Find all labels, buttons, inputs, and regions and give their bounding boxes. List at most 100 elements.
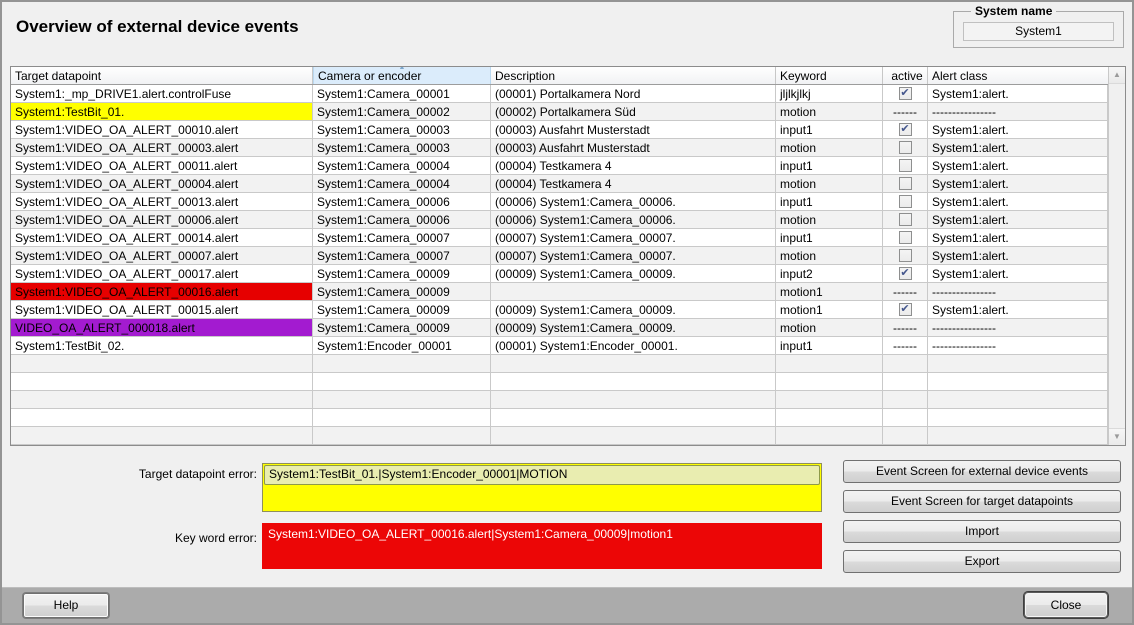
table-row[interactable]: System1:VIDEO_OA_ALERT_00013.alertSystem… <box>11 193 1125 211</box>
table-row[interactable]: System1:VIDEO_OA_ALERT_00016.alertSystem… <box>11 283 1125 301</box>
cell-keyword: motion <box>776 103 883 120</box>
active-checkbox[interactable]: ✔ <box>899 303 912 316</box>
column-header-alert-class[interactable]: Alert class <box>928 67 1108 84</box>
cell-empty <box>11 427 313 444</box>
active-checkbox[interactable] <box>899 249 912 262</box>
cell-keyword: jljlkjlkj <box>776 85 883 102</box>
cell-description <box>491 283 776 300</box>
cell-alert-class: System1:alert. <box>928 157 1108 174</box>
cell-alert-class: System1:alert. <box>928 301 1108 318</box>
cell-camera-or-encoder: System1:Camera_00001 <box>313 85 491 102</box>
cell-camera-or-encoder: System1:Camera_00009 <box>313 319 491 336</box>
column-header-target-datapoint[interactable]: Target datapoint <box>11 67 313 84</box>
import-button[interactable]: Import <box>843 520 1121 543</box>
cell-description: (00003) Ausfahrt Musterstadt <box>491 139 776 156</box>
cell-empty <box>776 391 883 408</box>
cell-camera-or-encoder: System1:Camera_00006 <box>313 193 491 210</box>
cell-description: (00004) Testkamera 4 <box>491 157 776 174</box>
cell-camera-or-encoder: System1:Camera_00006 <box>313 211 491 228</box>
cell-camera-or-encoder: System1:Camera_00003 <box>313 139 491 156</box>
table-row-empty <box>11 427 1125 445</box>
column-header-keyword[interactable]: Keyword <box>776 67 883 84</box>
cell-target-datapoint: System1:VIDEO_OA_ALERT_00007.alert <box>11 247 313 264</box>
table-row[interactable]: System1:TestBit_02.System1:Encoder_00001… <box>11 337 1125 355</box>
export-button[interactable]: Export <box>843 550 1121 573</box>
cell-keyword: motion <box>776 247 883 264</box>
help-button[interactable]: Help <box>23 593 109 618</box>
event-screen-external-device-events-button[interactable]: Event Screen for external device events <box>843 460 1121 483</box>
cell-active <box>883 211 928 228</box>
cell-target-datapoint: System1:VIDEO_OA_ALERT_00011.alert <box>11 157 313 174</box>
cell-keyword: motion <box>776 175 883 192</box>
active-checkbox[interactable]: ✔ <box>899 87 912 100</box>
cell-target-datapoint: System1:VIDEO_OA_ALERT_00015.alert <box>11 301 313 318</box>
scroll-down-icon[interactable]: ▼ <box>1109 428 1125 445</box>
column-header-active[interactable]: active <box>883 67 928 84</box>
target-datapoint-error-item[interactable]: System1:TestBit_01.|System1:Encoder_0000… <box>264 465 820 485</box>
table-row[interactable]: System1:VIDEO_OA_ALERT_00004.alertSystem… <box>11 175 1125 193</box>
keyword-error-item[interactable]: System1:VIDEO_OA_ALERT_00016.alert|Syste… <box>268 527 673 541</box>
table-row[interactable]: System1:TestBit_01.System1:Camera_00002(… <box>11 103 1125 121</box>
cell-description: (00001) Portalkamera Nord <box>491 85 776 102</box>
cell-active: ✔ <box>883 121 928 138</box>
active-checkbox[interactable] <box>899 177 912 190</box>
cell-keyword: input2 <box>776 265 883 282</box>
cell-camera-or-encoder: System1:Camera_00004 <box>313 175 491 192</box>
cell-keyword: motion1 <box>776 301 883 318</box>
event-screen-target-datapoints-button[interactable]: Event Screen for target datapoints <box>843 490 1121 513</box>
active-checkbox[interactable]: ✔ <box>899 267 912 280</box>
table-row[interactable]: System1:_mp_DRIVE1.alert.controlFuseSyst… <box>11 85 1125 103</box>
cell-keyword: input1 <box>776 121 883 138</box>
table-row-empty <box>11 373 1125 391</box>
vertical-scrollbar[interactable]: ▲ ▼ <box>1108 67 1125 445</box>
table-row[interactable]: System1:VIDEO_OA_ALERT_00003.alertSystem… <box>11 139 1125 157</box>
cell-keyword: motion1 <box>776 283 883 300</box>
column-header-camera-or-encoder[interactable]: ▲ Camera or encoder <box>313 67 491 84</box>
target-datapoint-error-box[interactable]: System1:TestBit_01.|System1:Encoder_0000… <box>262 463 822 512</box>
scroll-up-icon[interactable]: ▲ <box>1109 67 1125 84</box>
table-row[interactable]: System1:VIDEO_OA_ALERT_00011.alert System… <box>11 157 1125 175</box>
active-checkbox[interactable] <box>899 141 912 154</box>
keyword-error-box[interactable]: System1:VIDEO_OA_ALERT_00016.alert|Syste… <box>262 523 822 569</box>
column-header-description[interactable]: Description <box>491 67 776 84</box>
table-row[interactable]: System1:VIDEO_OA_ALERT_00017.alertSystem… <box>11 265 1125 283</box>
cell-empty <box>491 391 776 408</box>
cell-camera-or-encoder: System1:Camera_00003 <box>313 121 491 138</box>
cell-empty <box>928 355 1108 372</box>
cell-empty <box>928 409 1108 426</box>
cell-camera-or-encoder: System1:Encoder_00001 <box>313 337 491 354</box>
table-row[interactable]: System1:VIDEO_OA_ALERT_00015.alertSystem… <box>11 301 1125 319</box>
cell-description: (00002) Portalkamera Süd <box>491 103 776 120</box>
cell-alert-class: ---------------- <box>928 283 1108 300</box>
table-row[interactable]: VIDEO_OA_ALERT_000018.alertSystem1:Camer… <box>11 319 1125 337</box>
active-checkbox[interactable] <box>899 159 912 172</box>
cell-description: (00009) System1:Camera_00009. <box>491 301 776 318</box>
cell-camera-or-encoder: System1:Camera_00007 <box>313 229 491 246</box>
cell-empty <box>11 409 313 426</box>
cell-empty <box>776 355 883 372</box>
cell-target-datapoint: System1:VIDEO_OA_ALERT_00006.alert <box>11 211 313 228</box>
cell-camera-or-encoder: System1:Camera_00002 <box>313 103 491 120</box>
system-name-group: System name System1 <box>953 4 1124 48</box>
table-row[interactable]: System1:VIDEO_OA_ALERT_00007.alertSystem… <box>11 247 1125 265</box>
cell-camera-or-encoder: System1:Camera_00009 <box>313 283 491 300</box>
cell-description: (00001) System1:Encoder_00001. <box>491 337 776 354</box>
active-checkbox[interactable]: ✔ <box>899 123 912 136</box>
cell-alert-class: ---------------- <box>928 319 1108 336</box>
active-checkbox[interactable] <box>899 195 912 208</box>
table-row[interactable]: System1:VIDEO_OA_ALERT_00006.alertSystem… <box>11 211 1125 229</box>
dialog-overview-external-device-events: Overview of external device events Syste… <box>0 0 1134 625</box>
table-row[interactable]: System1:VIDEO_OA_ALERT_00014.alertSystem… <box>11 229 1125 247</box>
cell-empty <box>313 427 491 444</box>
table-row[interactable]: System1:VIDEO_OA_ALERT_00010.alertSystem… <box>11 121 1125 139</box>
table-row-empty <box>11 355 1125 373</box>
active-checkbox[interactable] <box>899 213 912 226</box>
close-button[interactable]: Close <box>1024 592 1108 618</box>
cell-description: (00009) System1:Camera_00009. <box>491 319 776 336</box>
active-checkbox[interactable] <box>899 231 912 244</box>
cell-empty <box>313 409 491 426</box>
cell-keyword: input1 <box>776 337 883 354</box>
cell-camera-or-encoder: System1:Camera_00009 <box>313 301 491 318</box>
cell-description: (00006) System1:Camera_00006. <box>491 211 776 228</box>
cell-description: (00007) System1:Camera_00007. <box>491 247 776 264</box>
